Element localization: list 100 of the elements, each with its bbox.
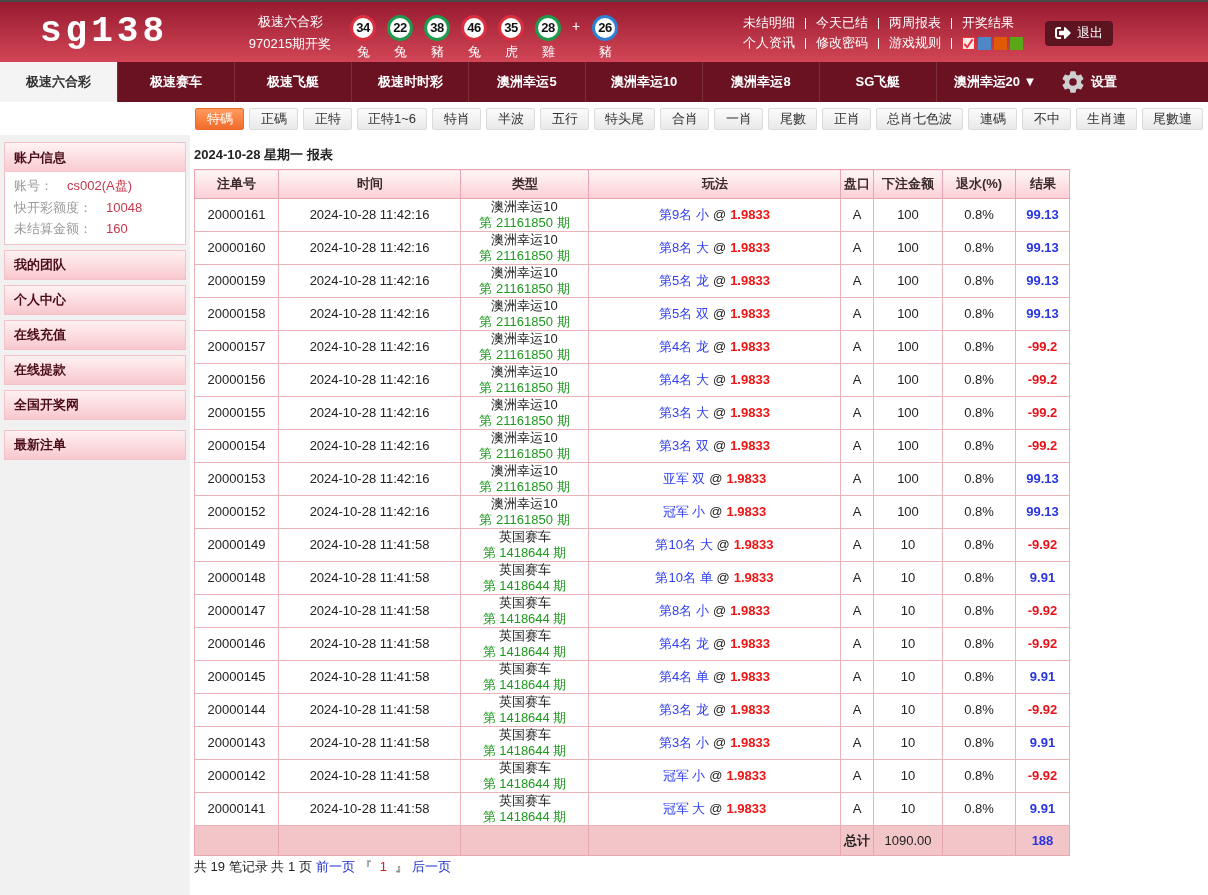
issue-number: 第 21161850 期 [478,281,571,297]
header-link[interactable]: 游戏规则 [889,34,941,52]
game-tab[interactable]: 极速时时彩 [351,62,468,102]
prev-page-link[interactable]: 前一页 [315,858,355,876]
table-cell: 100 [873,429,943,463]
bet-type-tab[interactable]: 不中 [1022,108,1072,130]
at-sign: @ [716,537,730,552]
table-cell: A [840,330,874,364]
bet-selection: 第8名 大 [659,240,709,255]
table-cell: 2024-10-28 11:42:16 [278,198,461,232]
at-sign: @ [712,207,727,222]
issue-number: 第 21161850 期 [478,479,571,495]
sidebar-item[interactable]: 全国开奖网 [4,389,186,420]
table-cell: 10 [873,528,943,562]
at-sign: @ [712,669,727,684]
bet-type-tab[interactable]: 尾數 [768,108,818,130]
result-cell: -9.92 [1015,627,1070,661]
game-tab[interactable]: 极速飞艇 [234,62,351,102]
header-link[interactable]: 两周报表 [889,14,941,32]
game-name: 英国赛车 [497,529,552,545]
result-cell: 9.91 [1015,792,1070,826]
table-cell: 20000145 [194,660,279,694]
game-tab[interactable]: 澳洲幸运8 [702,62,819,102]
header-link[interactable]: 个人资讯 [743,34,795,52]
bet-type-tab[interactable]: 正肖 [822,108,872,130]
table-cell: 20000149 [194,528,279,562]
page-number[interactable]: 1 [379,858,387,876]
logout-button[interactable]: 退出 [1045,20,1113,46]
sidebar-item[interactable]: 我的团队 [4,249,186,280]
sidebar-item[interactable]: 在线提款 [4,354,186,385]
table-cell: 2024-10-28 11:41:58 [278,561,461,595]
game-name: 澳洲幸运10 [490,232,559,248]
next-page-link[interactable]: 后一页 [412,858,451,876]
bet-type-tab[interactable]: 連碼 [968,108,1018,130]
bet-type-tab[interactable]: 正特1~6 [357,108,428,130]
swatch-icon[interactable] [1010,36,1023,50]
table-cell: 0.8% [942,297,1016,331]
table-cell: 100 [873,495,943,529]
issue-number: 第 1418644 期 [481,776,568,792]
game-tab[interactable]: 澳洲幸运10 [585,62,702,102]
header-link[interactable]: 今天已结 [816,14,868,32]
sidebar-item[interactable]: 个人中心 [4,284,186,315]
total-result: 188 [1015,825,1070,856]
at-sign: @ [716,570,730,585]
game-tab[interactable]: 极速六合彩 [0,62,117,102]
result-cell: 99.13 [1015,462,1070,496]
game-name: 英国赛车 [497,694,552,710]
table-cell: 20000159 [194,264,279,298]
game-tab[interactable]: SG飞艇 [819,62,936,102]
swatch-icon[interactable] [994,36,1007,50]
odds-value: 1.9833 [726,504,767,519]
bet-type-tab[interactable]: 正碼 [249,108,298,130]
game-name: 英国赛车 [497,595,552,611]
result-cell: 99.13 [1015,198,1070,232]
panel-title: 账户信息 [5,143,185,172]
table-cell: A [840,198,874,232]
sidebar-item[interactable]: 在线充值 [4,319,186,350]
result-cell: -99.2 [1015,429,1070,463]
swatch-icon[interactable] [978,36,991,50]
game-name: 澳洲幸运10 [490,364,559,380]
bet-type-tab[interactable]: 特头尾 [594,108,656,130]
game-tab[interactable]: 极速赛车 [117,62,234,102]
header-link[interactable]: 修改密码 [816,34,868,52]
odds-value: 1.9833 [730,405,770,420]
bet-type-tab[interactable]: 半波 [486,108,536,130]
checked-swatch-icon[interactable] [962,36,975,50]
bet-selection: 冠军 大 [662,801,706,816]
column-header: 退水(%) [942,169,1016,199]
bet-type-tab[interactable]: 五行 [540,108,590,130]
table-cell: 20000142 [194,759,279,793]
header-link[interactable]: 未结明细 [743,14,795,32]
plus-sign: + [572,16,581,36]
sidebar-item[interactable]: 最新注单 [4,429,186,460]
at-sign: @ [712,240,727,255]
bet-type-tab[interactable]: 总肖七色波 [876,108,964,130]
table-cell: 2024-10-28 11:41:58 [278,528,461,562]
issue-number: 第 21161850 期 [478,248,571,264]
game-tab[interactable]: 澳洲幸运5 [468,62,585,102]
table-cell: 2024-10-28 11:41:58 [278,594,461,628]
table-cell: 100 [873,264,943,298]
lottery-ball: 34 [350,14,376,41]
page-bracket: 『 [358,858,372,876]
bet-type-tab[interactable]: 正特 [303,108,352,130]
bet-selection: 第10名 大 [655,537,713,552]
issue-number: 第 21161850 期 [478,512,571,528]
header-link[interactable]: 开奖结果 [962,14,1014,32]
table-cell: 10 [873,627,943,661]
bet-type-tab[interactable]: 特肖 [432,108,482,130]
game-tab[interactable]: 澳洲幸运20 ▼ [936,62,1053,102]
table-cell: 10 [873,594,943,628]
game-name: 澳洲幸运10 [490,496,559,512]
odds-value: 1.9833 [730,207,770,222]
bet-type-tab[interactable]: 尾數連 [1142,108,1204,130]
table-cell: 0.8% [942,693,1016,727]
bet-type-tab[interactable]: 生肖連 [1076,108,1138,130]
settings-button[interactable]: 设置 [1061,62,1117,102]
lottery-ball: 46 [461,14,487,41]
game-name: 澳洲幸运10 [490,265,559,281]
bet-type-tab[interactable]: 一肖 [714,108,764,130]
bet-type-tab[interactable]: 合肖 [660,108,710,130]
